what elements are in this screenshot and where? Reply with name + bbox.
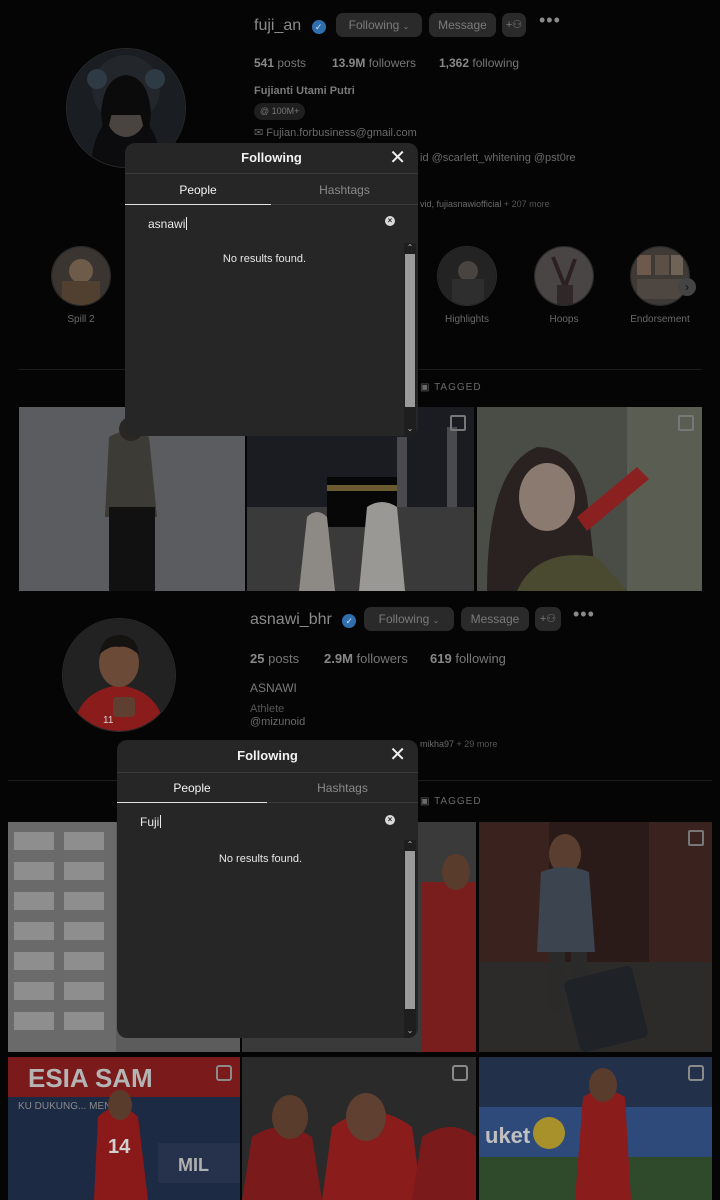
email-icon: ✉ — [254, 127, 264, 139]
tabs-divider — [267, 802, 418, 803]
chevron-right-icon[interactable]: › — [678, 278, 696, 296]
profile-panel-asnawi: 11 asnawi_bhr ✓ Following ⌄ Message +⚇ •… — [0, 596, 720, 1200]
tab-people[interactable]: People — [117, 774, 267, 803]
tab-people[interactable]: People — [125, 176, 271, 205]
more-options-icon[interactable]: ••• — [539, 10, 561, 31]
tab-hashtags[interactable]: Hashtags — [267, 774, 418, 802]
text-cursor — [186, 217, 188, 231]
highlight-label: Hoops — [549, 314, 579, 325]
clear-search-icon[interactable]: × — [385, 815, 395, 825]
sponsor-board-text: uket — [485, 1123, 531, 1148]
more-options-icon[interactable]: ••• — [573, 604, 595, 625]
bio-mention[interactable]: @mizunoid — [250, 716, 305, 728]
tagged-icon: ▣ — [420, 382, 431, 393]
verified-badge-icon: ✓ — [342, 614, 357, 628]
dialog-title: Following — [117, 740, 418, 773]
dialog-title: Following — [125, 143, 418, 174]
tab-hashtags[interactable]: Hashtags — [271, 176, 418, 204]
profile-username: asnawi_bhr — [250, 611, 332, 628]
carousel-icon — [450, 415, 466, 431]
profile-category: Athlete — [250, 703, 285, 715]
chevron-down-icon: ⌄ — [432, 616, 440, 625]
search-input[interactable]: asnawi — [148, 215, 398, 233]
post-thumbnail[interactable] — [242, 1057, 476, 1200]
posts-count: 25 posts — [250, 651, 300, 666]
highlight-label: Highlights — [445, 314, 489, 325]
scroll-down-arrow[interactable]: ⌄ — [404, 424, 416, 434]
profile-username: fuji_an — [254, 17, 302, 34]
scroll-up-arrow[interactable]: ⌃ — [404, 840, 416, 850]
highlight-spill-2[interactable]: Spill 2 — [51, 246, 111, 325]
scroll-down-arrow[interactable]: ⌄ — [404, 1026, 416, 1036]
bio-mentions[interactable]: id @scarlett_whitening @pst0re — [420, 152, 576, 164]
highlight-label: Endorsement — [630, 314, 690, 325]
no-results-message: No results found. — [222, 253, 307, 265]
message-button[interactable]: Message — [461, 607, 529, 631]
scrollbar-thumb[interactable] — [405, 254, 415, 407]
profile-avatar[interactable]: 11 — [62, 618, 176, 732]
text-cursor — [160, 815, 162, 829]
message-button[interactable]: Message — [429, 13, 496, 37]
post-thumbnail[interactable]: ESIA SAM KU DUKUNG... MEN 14 MIL — [8, 1057, 240, 1200]
add-person-icon[interactable]: +⚇ — [502, 13, 526, 37]
highlight-highlights[interactable]: Highlights — [437, 246, 497, 325]
banner-text: ESIA SAM — [28, 1063, 153, 1093]
highlight-label: Spill 2 — [67, 314, 95, 325]
clear-search-icon[interactable]: × — [385, 216, 395, 226]
followed-by-names[interactable]: vid, fujiasnawiofficial — [420, 199, 501, 209]
scrollbar[interactable]: ⌃ ⌄ — [404, 840, 416, 1038]
reel-icon — [216, 1065, 232, 1081]
followed-by-names[interactable]: mikha97 — [420, 739, 454, 749]
profile-panel-fuji: fuji_an ✓ Following ⌄ Message +⚇ ••• 541… — [0, 0, 720, 596]
scrollbar-thumb[interactable] — [405, 851, 415, 1009]
carousel-icon — [678, 415, 694, 431]
tagged-icon: ▣ — [420, 796, 431, 807]
jersey-number: 14 — [108, 1136, 131, 1158]
close-icon[interactable]: ✕ — [389, 745, 406, 765]
chevron-down-icon: ⌄ — [402, 22, 410, 31]
followed-by-more[interactable]: + 29 more — [457, 739, 498, 749]
following-dialog: Following ✕ People Hashtags asnawi × No … — [125, 143, 418, 436]
threads-badge[interactable]: @ 100M+ — [254, 103, 306, 120]
followed-by-more[interactable]: + 207 more — [504, 199, 550, 209]
following-button-label: Following — [348, 18, 400, 32]
following-button[interactable]: Following ⌄ — [336, 13, 422, 37]
add-person-icon[interactable]: +⚇ — [535, 607, 561, 631]
scrollbar[interactable]: ⌃ ⌄ — [404, 243, 416, 436]
followers-link[interactable]: 2.9M followers — [324, 651, 408, 666]
search-input-value: asnawi — [148, 217, 186, 231]
search-input[interactable]: Fuji — [140, 813, 390, 831]
tabs-divider — [271, 204, 418, 205]
scroll-up-arrow[interactable]: ⌃ — [404, 243, 416, 253]
sponsor-board-text: MIL — [178, 1155, 209, 1175]
post-thumbnail[interactable]: uket — [479, 1057, 712, 1200]
tab-tagged[interactable]: ▣ TAGGED — [420, 796, 482, 807]
profile-full-name: Fujianti Utami Putri — [254, 85, 355, 97]
following-link[interactable]: 619 following — [430, 651, 506, 666]
profile-full-name: ASNAWI — [250, 681, 297, 695]
following-button-label: Following — [378, 612, 430, 626]
no-results-message: No results found. — [218, 853, 303, 865]
tab-tagged[interactable]: ▣ TAGGED — [420, 382, 482, 393]
reel-icon — [452, 1065, 468, 1081]
following-button[interactable]: Following ⌄ — [364, 607, 454, 631]
post-thumbnail[interactable] — [477, 407, 702, 591]
banner-sub-text: KU DUKUNG... MEN — [18, 1101, 111, 1112]
post-thumbnail[interactable] — [479, 822, 712, 1052]
profile-email[interactable]: Fujian.forbusiness@gmail.com — [266, 127, 417, 139]
following-dialog: Following ✕ People Hashtags Fuji × No re… — [117, 740, 418, 1038]
search-input-value: Fuji — [140, 815, 160, 829]
svg-text:11: 11 — [103, 715, 114, 726]
followers-link[interactable]: 13.9M followers — [332, 56, 416, 70]
threads-icon: @ — [260, 106, 270, 116]
highlight-hoops[interactable]: Hoops — [534, 246, 594, 325]
carousel-icon — [688, 830, 704, 846]
reel-icon — [688, 1065, 704, 1081]
verified-badge-icon: ✓ — [311, 20, 326, 34]
following-link[interactable]: 1,362 following — [439, 56, 519, 70]
close-icon[interactable]: ✕ — [389, 148, 406, 168]
posts-count: 541 posts — [254, 56, 307, 70]
